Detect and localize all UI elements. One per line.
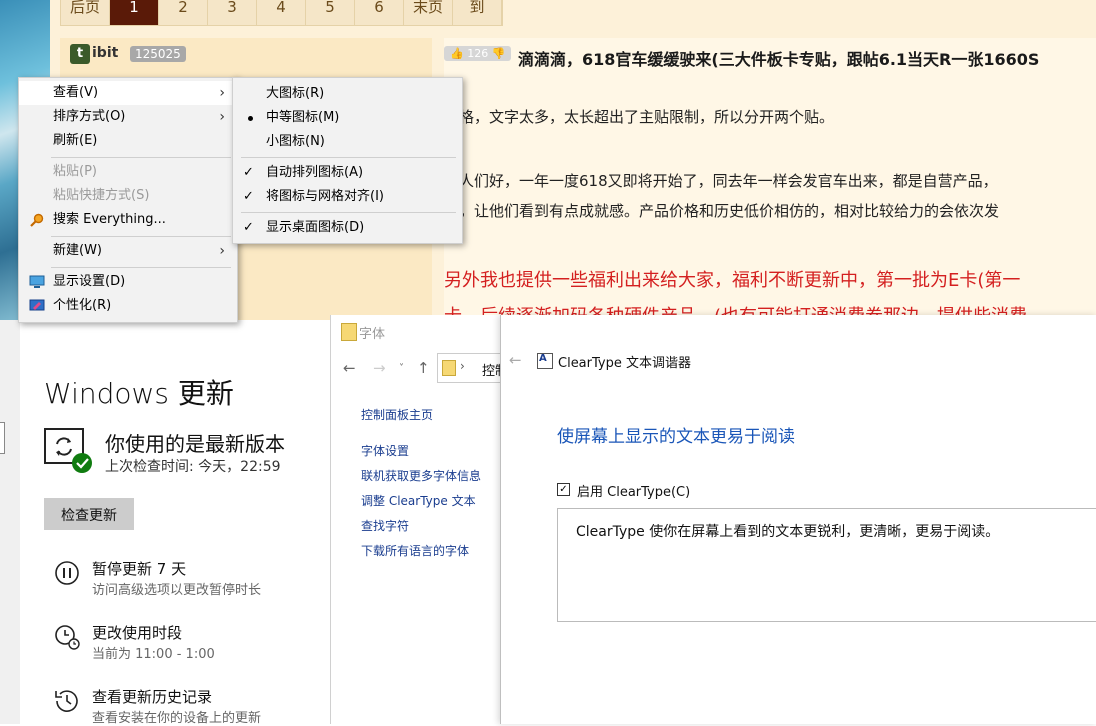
forward-arrow-icon[interactable]: → bbox=[373, 359, 386, 377]
submenu-item-large-icons[interactable]: 大图标(R) bbox=[233, 82, 462, 106]
window-title: 字体 bbox=[359, 327, 386, 342]
back-arrow-icon[interactable]: ← bbox=[509, 351, 522, 369]
post-highlight: 另外我也提供一些福利出来给大家，福利不断更新中，第一批为E卡(第一 bbox=[444, 270, 1021, 291]
link-control-panel-home[interactable]: 控制面板主页 bbox=[361, 406, 433, 423]
desktop-background bbox=[0, 320, 20, 724]
page-5[interactable]: 5 bbox=[306, 0, 355, 25]
like-count: 126 bbox=[467, 47, 489, 60]
submenu-item-medium-icons[interactable]: 中等图标(M) bbox=[233, 106, 462, 130]
post-paragraph: 家人们好，一年一度618又即将开始了，同去年一样会发官车出来，都是自营产品， bbox=[444, 172, 998, 190]
checkmark-icon: ✓ bbox=[243, 165, 254, 180]
menu-item-sort[interactable]: 排序方式(O) › bbox=[19, 105, 237, 129]
page-title: Windows 更新 bbox=[44, 377, 234, 410]
link-font-settings[interactable]: 字体设置 bbox=[361, 442, 409, 459]
option-subtitle: 当前为 11:00 - 1:00 bbox=[92, 647, 215, 662]
page-heading: 使屏幕上显示的文本更易于阅读 bbox=[557, 427, 795, 447]
fonts-window: 字体 ← → ˅ ↑ › 控制 控制面板主页 字体设置 联机获取更多字体信息 调… bbox=[330, 315, 519, 724]
menu-divider bbox=[241, 157, 456, 158]
enable-cleartype-checkbox[interactable]: ✓ bbox=[557, 483, 570, 496]
description-box: ClearType 使你在屏幕上看到的文本更锐利，更清晰，更易于阅读。 bbox=[557, 508, 1096, 622]
partial-window-edge bbox=[0, 422, 5, 454]
post-body: 👍 126 👎 滴滴滴，618官车缓缓驶来(三大件板卡专贴，跟帖6.1当天R一张… bbox=[444, 38, 1096, 327]
desktop-context-menu: 查看(V) › 排序方式(O) › 刷新(E) 粘贴(P) 粘贴快捷方式(S) … bbox=[18, 77, 238, 323]
menu-item-display-settings[interactable]: 显示设置(D) bbox=[19, 270, 237, 294]
page-6[interactable]: 6 bbox=[355, 0, 404, 25]
checkmark-icon: ✓ bbox=[243, 220, 254, 235]
post-title: 滴滴滴，618官车缓缓驶来(三大件板卡专贴，跟帖6.1当天R一张1660S bbox=[518, 50, 1040, 69]
menu-divider bbox=[51, 236, 231, 237]
description-text: ClearType 使你在屏幕上看到的文本更锐利，更清晰，更易于阅读。 bbox=[576, 524, 1000, 540]
up-arrow-icon[interactable]: ↑ bbox=[417, 359, 430, 377]
page-2[interactable]: 2 bbox=[159, 0, 208, 25]
menu-divider bbox=[51, 157, 231, 158]
breadcrumb-separator: › bbox=[460, 359, 465, 373]
link-find-character[interactable]: 查找字符 bbox=[361, 517, 409, 534]
address-folder-icon bbox=[442, 360, 456, 376]
page-last[interactable]: 末页 bbox=[404, 0, 453, 25]
post-paragraph: 赞，让他们看到有点成就感。产品价格和历史低价相仿的，相对比较给力的会依次发 bbox=[444, 202, 1000, 220]
checkmark-icon: ✓ bbox=[243, 189, 254, 204]
recent-chevron-down-icon[interactable]: ˅ bbox=[399, 363, 404, 374]
submenu-item-auto-arrange[interactable]: ✓ 自动排列图标(A) bbox=[233, 161, 462, 185]
option-subtitle: 查看安装在你的设备上的更新 bbox=[92, 711, 262, 726]
page-4[interactable]: 4 bbox=[257, 0, 306, 25]
fonts-folder-icon bbox=[341, 323, 357, 341]
menu-item-paste[interactable]: 粘贴(P) bbox=[19, 160, 237, 184]
update-status-icon bbox=[44, 428, 92, 473]
menu-item-personalize[interactable]: 个性化(R) bbox=[19, 294, 237, 318]
clock-icon bbox=[55, 625, 80, 650]
user-name[interactable]: ibit bbox=[92, 45, 118, 61]
chevron-right-icon: › bbox=[219, 243, 225, 259]
menu-item-view[interactable]: 查看(V) › bbox=[19, 81, 237, 105]
cleartype-window: ← A ClearType 文本调谐器 使屏幕上显示的文本更易于阅读 ✓ 启用 … bbox=[500, 315, 1096, 724]
cleartype-app-icon: A bbox=[537, 353, 553, 369]
menu-item-refresh[interactable]: 刷新(E) bbox=[19, 129, 237, 153]
display-icon bbox=[29, 275, 45, 288]
submenu-item-align-grid[interactable]: ✓ 将图标与网格对齐(I) bbox=[233, 185, 462, 209]
chevron-right-icon: › bbox=[219, 85, 225, 101]
option-title: 查看更新历史记录 bbox=[92, 688, 213, 706]
pagination: 后页 1 2 3 4 5 6 末页 到 bbox=[60, 0, 503, 26]
personalize-icon bbox=[29, 299, 45, 311]
option-title: 更改使用时段 bbox=[92, 624, 183, 642]
menu-item-paste-shortcut[interactable]: 粘贴快捷方式(S) bbox=[19, 184, 237, 208]
view-submenu: 大图标(R) 中等图标(M) 小图标(N) ✓ 自动排列图标(A) ✓ 将图标与… bbox=[232, 77, 463, 244]
page-1[interactable]: 1 bbox=[110, 0, 159, 25]
menu-item-new[interactable]: 新建(W) › bbox=[19, 239, 237, 263]
page-goto[interactable]: 到 bbox=[453, 0, 502, 25]
enable-cleartype-label[interactable]: 启用 ClearType(C) bbox=[577, 481, 690, 500]
link-adjust-cleartype[interactable]: 调整 ClearType 文本 bbox=[361, 492, 476, 509]
link-online-font-info[interactable]: 联机获取更多字体信息 bbox=[361, 467, 481, 484]
option-subtitle: 访问高级选项以更改暂停时长 bbox=[92, 583, 262, 598]
user-score-badge: 125025 bbox=[130, 46, 186, 62]
chevron-right-icon: › bbox=[219, 109, 225, 125]
back-arrow-icon[interactable]: ← bbox=[343, 359, 356, 377]
user-avatar[interactable]: t bbox=[70, 44, 90, 64]
submenu-item-show-desktop-icons[interactable]: ✓ 显示桌面图标(D) bbox=[233, 216, 462, 240]
page-3[interactable]: 3 bbox=[208, 0, 257, 25]
option-title: 暂停更新 7 天 bbox=[92, 560, 187, 578]
checkmark-icon: ✓ bbox=[559, 484, 568, 495]
search-icon bbox=[30, 213, 44, 227]
menu-divider bbox=[51, 267, 231, 268]
menu-divider bbox=[241, 212, 456, 213]
link-download-fonts[interactable]: 下载所有语言的字体 bbox=[361, 542, 469, 559]
post-paragraph: 表格，文字太多，太长超出了主贴限制，所以分开两个贴。 bbox=[444, 108, 835, 126]
window-title: ClearType 文本调谐器 bbox=[558, 356, 691, 371]
history-icon bbox=[55, 690, 78, 712]
windows-update-panel: Windows 更新 你使用的是最新版本 上次检查时间: 今天，22:59 检查… bbox=[20, 320, 332, 726]
menu-item-search-everything[interactable]: 搜索 Everything... bbox=[19, 208, 237, 232]
pause-icon bbox=[55, 561, 79, 585]
submenu-item-small-icons[interactable]: 小图标(N) bbox=[233, 130, 462, 154]
thumbs-down-icon: 👎 bbox=[491, 47, 506, 60]
page-prev[interactable]: 后页 bbox=[61, 0, 110, 25]
check-updates-button[interactable]: 检查更新 bbox=[44, 498, 134, 530]
like-button[interactable]: 👍 126 👎 bbox=[444, 46, 512, 61]
thumbs-up-icon: 👍 bbox=[450, 47, 464, 60]
last-check-time: 上次检查时间: 今天，22:59 bbox=[105, 459, 281, 475]
radio-dot-icon bbox=[248, 116, 253, 121]
update-status: 你使用的是最新版本 bbox=[105, 432, 285, 456]
